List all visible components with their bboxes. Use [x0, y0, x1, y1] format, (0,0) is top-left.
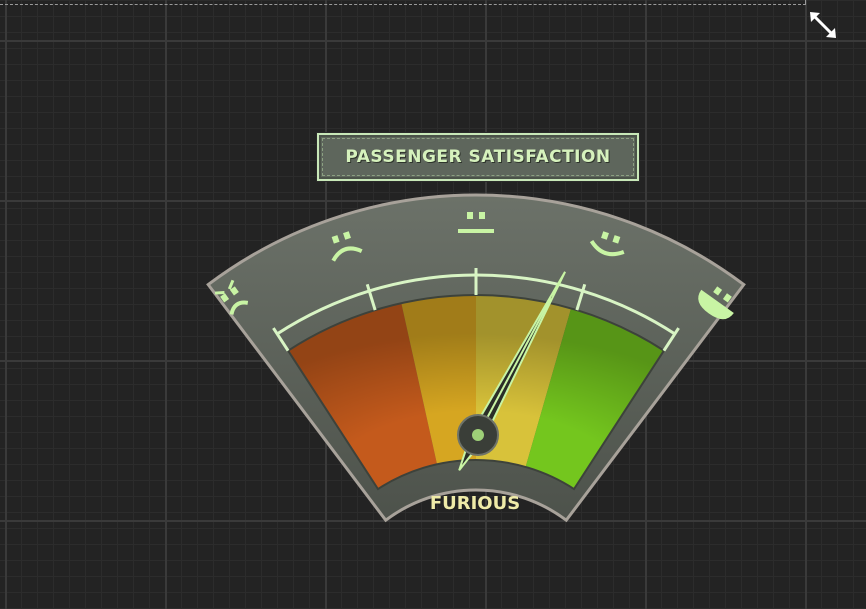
needle-hub-center: [472, 429, 484, 441]
satisfaction-status: FURIOUS: [429, 493, 521, 514]
satisfaction-gauge: [206, 193, 746, 523]
